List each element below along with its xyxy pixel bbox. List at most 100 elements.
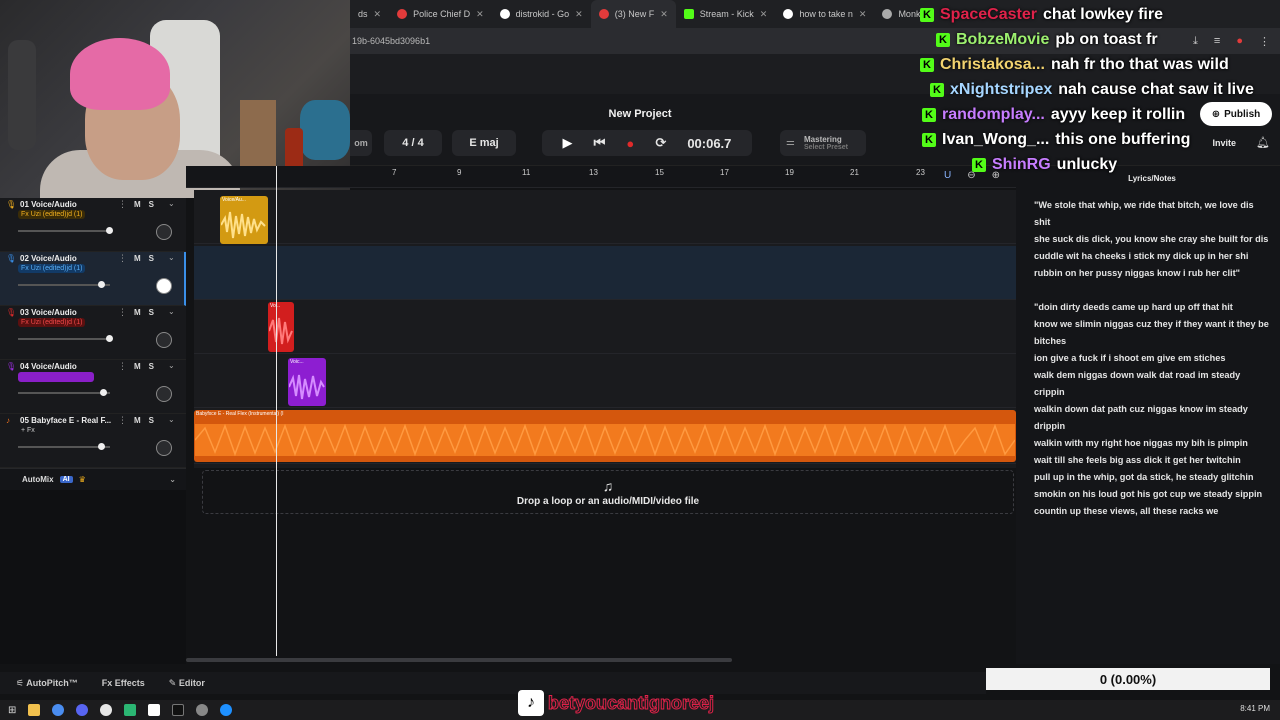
waveform (269, 317, 293, 345)
track-header[interactable]: 🎙︎ 03 Voice/Audio ⋮ MS ⌄ Fx Uzi (edited)… (0, 306, 186, 360)
volume-slider[interactable] (18, 335, 113, 342)
volume-slider[interactable] (18, 281, 110, 288)
effects-button[interactable]: Fx Effects (102, 678, 145, 688)
chevron-down-icon[interactable]: ⌄ (168, 361, 175, 370)
close-icon[interactable]: ✕ (575, 9, 583, 20)
chevron-down-icon[interactable]: ⌄ (168, 253, 175, 262)
mute-solo[interactable]: MS (134, 308, 162, 317)
fx-chip[interactable]: Fx Uzi (edited)jd (1) (18, 264, 86, 273)
track-name[interactable]: 02 Voice/Audio (20, 254, 77, 263)
autopitch-button[interactable]: ⚟ AutoPitch™ (16, 678, 78, 689)
fx-chip[interactable]: Fx Uzi (edited)jd (1) (18, 318, 86, 327)
ruler-mark: 13 (589, 168, 598, 177)
mute-solo[interactable]: MS (134, 416, 162, 425)
track-name[interactable]: 01 Voice/Audio (20, 200, 77, 209)
fx-chip[interactable] (18, 372, 94, 382)
volume-slider[interactable] (18, 443, 110, 450)
system-clock[interactable]: 8:41 PM (1240, 704, 1270, 713)
track-header[interactable]: 🎙︎ 01 Voice/Audio ⋮ MS ⌄ Fx Uzi (edited)… (0, 198, 186, 252)
track-header[interactable]: ♪ 05 Babyface E - Real F... ⋮ MS ⌄ + Fx (0, 414, 186, 468)
app-icon[interactable] (148, 704, 161, 716)
project-title[interactable]: New Project (350, 108, 930, 120)
pan-knob[interactable] (156, 440, 172, 456)
browser-tab[interactable]: distrokid - Go ✕ (492, 0, 591, 28)
mastering-button[interactable]: ⚌ Mastering Select Preset (780, 130, 866, 156)
audio-clip[interactable]: Voice/Au... (220, 196, 268, 244)
track-lane-selected[interactable] (194, 246, 1016, 300)
scrollbar-thumb[interactable] (186, 658, 732, 662)
volume-slider[interactable] (18, 389, 110, 396)
rewind-icon[interactable]: ⏮ (594, 135, 606, 151)
automix-row[interactable]: AutoMix AI ♛ ⌄ (0, 468, 186, 490)
playhead[interactable] (276, 166, 277, 664)
timeline-area[interactable]: Voice/Au... Vo... Voic... Babyfxce E - R… (194, 190, 1016, 468)
browser-tab-active[interactable]: (3) New F ✕ (590, 0, 676, 28)
pan-knob[interactable] (156, 386, 172, 402)
slider-handle[interactable] (106, 227, 113, 234)
chat-message: K Ivan_Wong_... this one buffering (922, 127, 1190, 152)
horizontal-scrollbar[interactable] (186, 656, 1016, 664)
time-signature[interactable]: 4 / 4 (384, 130, 442, 156)
track-menu-icon[interactable]: ⋮ (118, 415, 127, 426)
mute-solo[interactable]: MS (134, 254, 162, 263)
fx-chip[interactable]: Fx Uzi (edited)jd (1) (18, 210, 86, 219)
pan-knob[interactable] (156, 332, 172, 348)
chevron-down-icon[interactable]: ⌄ (168, 307, 175, 316)
track-name[interactable]: 04 Voice/Audio (20, 362, 77, 371)
slider-handle[interactable] (98, 281, 105, 288)
browser-icon[interactable] (220, 704, 233, 716)
key-selector[interactable]: E maj (452, 130, 516, 156)
browser-tab[interactable]: Police Chief D ✕ (389, 0, 492, 28)
close-icon[interactable]: ✕ (374, 9, 382, 20)
add-fx-button[interactable]: + Fx (18, 426, 38, 435)
app-icon[interactable] (124, 704, 137, 716)
lyrics-text[interactable]: "We stole that whip, we ride that bitch,… (1034, 197, 1270, 520)
play-icon[interactable]: ▶ (563, 135, 573, 151)
slider-handle[interactable] (106, 335, 113, 342)
track-header[interactable]: 🎙︎ 04 Voice/Audio ⋮ MS ⌄ (0, 360, 186, 414)
browser-tab[interactable]: how to take n ✕ (775, 0, 874, 28)
drop-zone[interactable]: ♫ Drop a loop or an audio/MIDI/video fil… (202, 470, 1014, 514)
audio-clip[interactable]: Vo... (268, 302, 294, 352)
volume-slider[interactable] (18, 227, 113, 234)
audio-clip-instrumental[interactable]: Babyfxce E - Real Flex (Instrumental) (I (194, 410, 1016, 462)
close-icon[interactable]: ✕ (760, 9, 768, 20)
track-menu-icon[interactable]: ⋮ (118, 199, 127, 210)
close-icon[interactable]: ✕ (859, 9, 867, 20)
browser-tab[interactable]: Stream - Kick ✕ (676, 0, 776, 28)
chevron-down-icon[interactable]: ⌄ (168, 415, 175, 424)
loop-icon[interactable]: ⟳ (655, 135, 666, 151)
record-icon[interactable]: ● (626, 136, 634, 151)
audio-clip[interactable]: Voic... (288, 358, 326, 406)
track-name[interactable]: 03 Voice/Audio (20, 308, 77, 317)
capcut-icon[interactable] (172, 704, 185, 716)
folder-icon[interactable] (28, 704, 41, 716)
zoom-stub[interactable]: om (350, 130, 372, 156)
mute-solo[interactable]: MS (134, 362, 162, 371)
chrome-icon[interactable] (52, 704, 65, 716)
chevron-down-icon[interactable]: ⌄ (169, 475, 186, 484)
chevron-down-icon[interactable]: ⌄ (168, 199, 175, 208)
editor-button[interactable]: ✎ Editor (169, 678, 205, 689)
track-menu-icon[interactable]: ⋮ (118, 307, 127, 318)
pan-knob[interactable] (156, 278, 172, 294)
lyrics-panel[interactable]: Lyrics/Notes "We stole that whip, we rid… (1016, 166, 1280, 664)
track-lane[interactable] (194, 190, 1016, 244)
close-icon[interactable]: ✕ (476, 9, 484, 20)
track-header-selected[interactable]: 🎙︎ 02 Voice/Audio ⋮ MS ⌄ Fx Uzi (edited)… (0, 252, 186, 306)
track-lane[interactable] (194, 300, 1016, 354)
settings-icon[interactable] (196, 704, 209, 716)
slider-handle[interactable] (98, 443, 105, 450)
pan-knob[interactable] (156, 224, 172, 240)
browser-tab[interactable]: ds ✕ (350, 0, 389, 28)
close-icon[interactable]: ✕ (660, 9, 668, 20)
obs-icon[interactable] (100, 704, 113, 716)
slider-handle[interactable] (100, 389, 107, 396)
start-icon[interactable]: ⊞ (8, 705, 16, 716)
track-menu-icon[interactable]: ⋮ (118, 361, 127, 372)
timeline-ruler[interactable]: 7 9 11 13 15 17 19 21 23 (186, 166, 1016, 188)
discord-icon[interactable] (76, 704, 89, 716)
track-menu-icon[interactable]: ⋮ (118, 253, 127, 264)
track-name[interactable]: 05 Babyface E - Real F... (20, 416, 111, 425)
mute-solo[interactable]: MS (134, 200, 162, 209)
